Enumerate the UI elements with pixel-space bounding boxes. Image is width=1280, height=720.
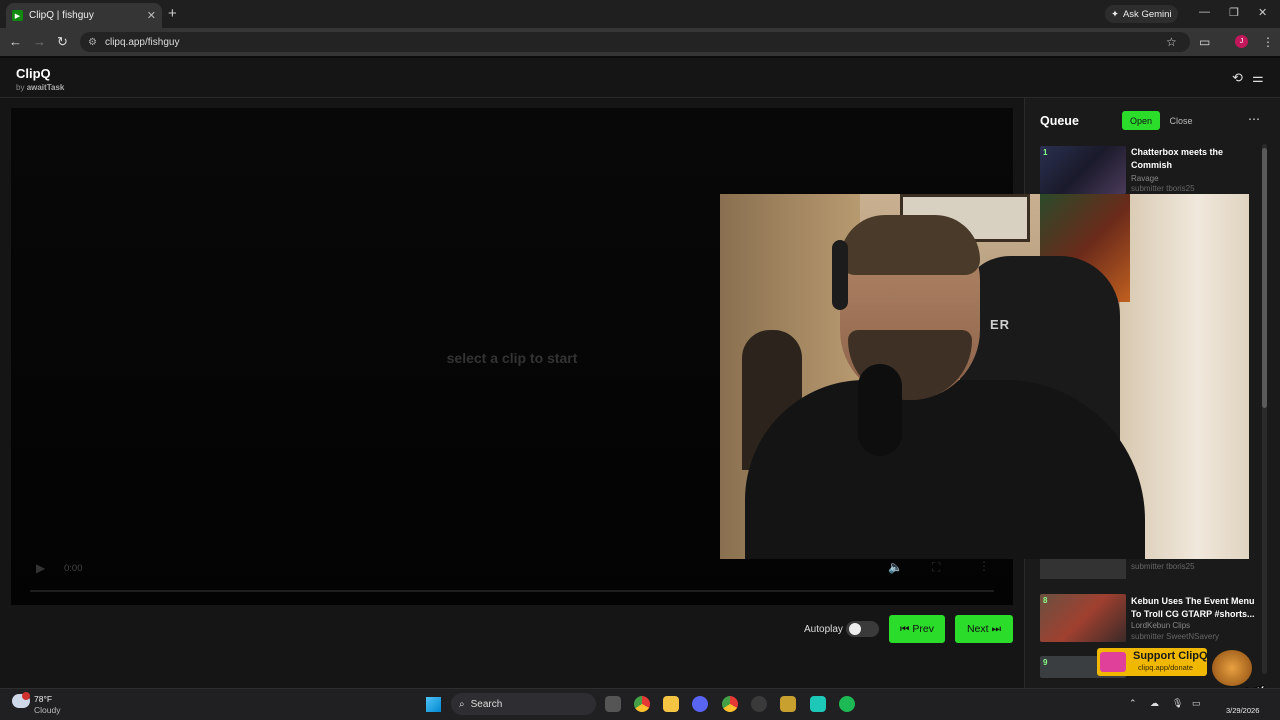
task-view-icon[interactable]	[605, 696, 621, 712]
file-explorer-icon[interactable]	[663, 696, 679, 712]
prev-button[interactable]: ⏮ Prev	[889, 615, 945, 643]
next-button[interactable]: Next ⏭	[955, 615, 1013, 643]
discord-icon[interactable]	[692, 696, 708, 712]
taskbar-search[interactable]: ⌕ Search	[451, 693, 596, 715]
search-icon: ⌕	[459, 698, 465, 710]
queue-item-submitter: submitter SweetNSavery	[1131, 632, 1220, 641]
clipq-favicon-icon: ▶	[12, 10, 23, 21]
settings-sliders-icon[interactable]: ⚌	[1252, 70, 1264, 86]
address-bar[interactable]: ⚙ clipq.app/fishguy	[80, 32, 1190, 52]
back-icon[interactable]: ←	[9, 34, 22, 49]
cast-icon[interactable]: ▭	[1199, 35, 1210, 49]
autoplay-label: Autoplay	[804, 624, 843, 635]
chrome-menu-icon[interactable]: ⋮	[1262, 35, 1274, 49]
queue-item[interactable]: 1 Chatterbox meets the Commish Ravage su…	[1040, 146, 1255, 194]
reload-icon[interactable]: ↻	[57, 34, 68, 50]
url-text: clipq.app/fishguy	[104, 36, 180, 48]
profile-avatar[interactable]: J	[1235, 35, 1248, 48]
queue-scrollbar[interactable]	[1262, 144, 1267, 674]
support-url: clipq.app/donate	[1138, 663, 1194, 672]
clip-thumbnail	[1040, 559, 1126, 579]
browser-tab[interactable]: ▶ ClipQ | fishguy ✕	[6, 3, 162, 28]
history-icon[interactable]: ⟲	[1232, 70, 1243, 86]
weather-temp[interactable]: 78°F	[34, 694, 52, 704]
network-icon[interactable]: ▭	[1192, 698, 1201, 709]
play-icon[interactable]: ▶	[36, 561, 45, 575]
windows-start-icon[interactable]	[426, 697, 441, 712]
queue-title: Queue	[1040, 114, 1079, 128]
mic-tray-icon[interactable]: 🎙	[1172, 698, 1183, 709]
minimize-icon[interactable]: —	[1199, 6, 1210, 18]
clip-thumbnail	[1040, 146, 1126, 194]
audio-app-icon[interactable]	[810, 696, 826, 712]
tray-overflow-icon[interactable]: ⌃	[1129, 698, 1137, 709]
chair-logo-text: ER	[990, 317, 1011, 332]
queue-item-submitter: submitter tboris25	[1131, 184, 1195, 193]
seek-bar[interactable]	[30, 590, 994, 592]
volume-icon[interactable]: 🔈	[888, 560, 903, 574]
obs-icon[interactable]	[751, 696, 767, 712]
webcam-streamer-body	[745, 380, 1145, 559]
player-more-icon[interactable]: ⋮	[978, 559, 990, 573]
queue-item-number: 8	[1043, 596, 1048, 605]
search-placeholder: Search	[470, 698, 503, 710]
byline-author[interactable]: awaitTask	[27, 83, 65, 92]
close-tab-icon[interactable]: ✕	[147, 9, 156, 22]
app-logo[interactable]: ClipQ	[16, 66, 51, 81]
autoplay-toggle[interactable]	[846, 621, 879, 637]
player-time: 0:00	[64, 563, 83, 574]
fullscreen-icon[interactable]: ⛶	[932, 560, 940, 575]
prev-label: Prev	[912, 623, 935, 635]
close-window-icon[interactable]: ✕	[1258, 6, 1267, 19]
app-byline: by awaitTask	[16, 83, 64, 92]
webcam-streamer-hair	[840, 215, 980, 275]
maximize-icon[interactable]: ❐	[1229, 6, 1239, 19]
queue-item-title: Chatterbox meets the Commish	[1131, 147, 1224, 170]
bookmark-star-icon[interactable]: ☆	[1166, 35, 1177, 49]
ask-gemini-button[interactable]: ✦ Ask Gemini	[1105, 5, 1178, 23]
chrome-icon[interactable]	[634, 696, 650, 712]
site-settings-icon[interactable]: ⚙	[88, 37, 97, 48]
warcraft-icon[interactable]	[780, 696, 796, 712]
weather-alert-badge	[22, 692, 30, 700]
queue-close-button[interactable]: Close	[1162, 111, 1200, 130]
tab-bar	[0, 0, 1280, 28]
gemini-sparkle-icon: ✦	[1111, 8, 1119, 20]
weather-condition[interactable]: Cloudy	[34, 705, 60, 715]
queue-item-author: Ravage	[1131, 174, 1159, 183]
clip-thumbnail	[1040, 594, 1126, 642]
chrome-active-icon[interactable]	[722, 696, 738, 712]
queue-item-submitter: submitter tboris25	[1131, 562, 1195, 571]
new-tab-button[interactable]: +	[168, 5, 177, 22]
tab-title: ClipQ | fishguy	[29, 10, 94, 21]
skip-back-icon: ⏮	[899, 622, 910, 635]
support-title: Support ClipQ	[1133, 650, 1208, 662]
forward-icon[interactable]: →	[33, 34, 46, 49]
app-header	[0, 58, 1280, 98]
byline-prefix: by	[16, 83, 25, 92]
queue-more-icon[interactable]: ⋯	[1248, 112, 1260, 126]
queue-item-number: 1	[1043, 148, 1048, 157]
queue-item-title: Kebun Uses The Event Menu To Troll CG GT…	[1131, 596, 1255, 619]
tray-app-icon[interactable]: ☁	[1150, 698, 1159, 709]
skip-forward-icon: ⏭	[991, 622, 1002, 635]
microphone-icon	[858, 364, 902, 456]
queue-item[interactable]: 8 Kebun Uses The Event Menu To Troll CG …	[1040, 594, 1255, 642]
donate-cup-icon	[1100, 652, 1126, 672]
next-label: Next	[966, 623, 989, 635]
queue-item-number: 9	[1043, 658, 1048, 667]
queue-open-button[interactable]: Open	[1122, 111, 1160, 130]
headphones-icon	[832, 240, 848, 310]
ask-gemini-label: Ask Gemini	[1122, 8, 1172, 20]
spotify-icon[interactable]	[839, 696, 855, 712]
tray-date[interactable]: 3/29/2026	[1226, 706, 1259, 715]
queue-item-author: LordKebun Clips	[1131, 621, 1191, 630]
